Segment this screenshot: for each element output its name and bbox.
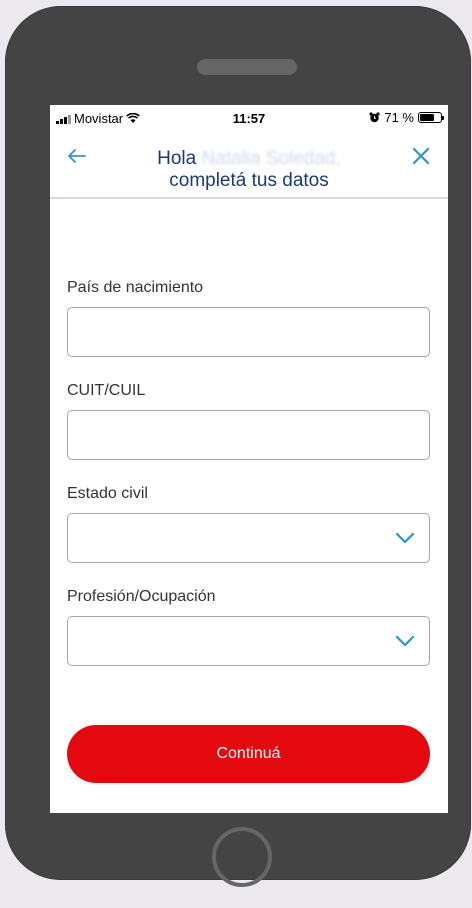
greeting: Hola <box>157 148 197 169</box>
marital-status-select[interactable] <box>67 513 430 563</box>
cuit-cuil-label: CUIT/CUIL <box>67 382 146 399</box>
status-bar: Movistar 11:57 71 % <box>50 105 448 131</box>
home-button[interactable] <box>212 827 272 887</box>
battery-percent: 71 % <box>384 110 414 125</box>
page-title: Hola Natalia Soledad, completá tus datos <box>105 148 393 192</box>
arrow-left-icon <box>68 149 86 163</box>
cuit-cuil-field[interactable] <box>67 410 430 460</box>
birth-country-input[interactable] <box>68 308 429 356</box>
app-header: Hola Natalia Soledad, completá tus datos <box>50 131 448 199</box>
status-right: 71 % <box>369 110 444 125</box>
occupation-label: Profesión/Ocupación <box>67 588 216 605</box>
birth-country-label: País de nacimiento <box>67 279 204 296</box>
alarm-icon <box>369 112 380 123</box>
user-name-obscured: Natalia Soledad, <box>201 148 341 169</box>
close-icon <box>412 147 430 165</box>
chevron-down-icon <box>395 532 415 544</box>
marital-status-label: Estado civil <box>67 485 148 502</box>
close-button[interactable] <box>408 143 434 169</box>
phone-frame: Movistar 11:57 71 % Hola Natalia Soledad… <box>5 6 471 887</box>
cuit-cuil-input[interactable] <box>68 411 429 459</box>
occupation-select[interactable] <box>67 616 430 666</box>
battery-icon <box>418 112 444 123</box>
app-screen: Movistar 11:57 71 % Hola Natalia Soledad… <box>50 105 448 813</box>
phone-speaker <box>197 59 297 75</box>
chevron-down-icon <box>395 635 415 647</box>
birth-country-field[interactable] <box>67 307 430 357</box>
page-subtitle: completá tus datos <box>169 170 329 191</box>
continue-button[interactable]: Continuá <box>67 725 430 783</box>
back-button[interactable] <box>64 143 90 169</box>
